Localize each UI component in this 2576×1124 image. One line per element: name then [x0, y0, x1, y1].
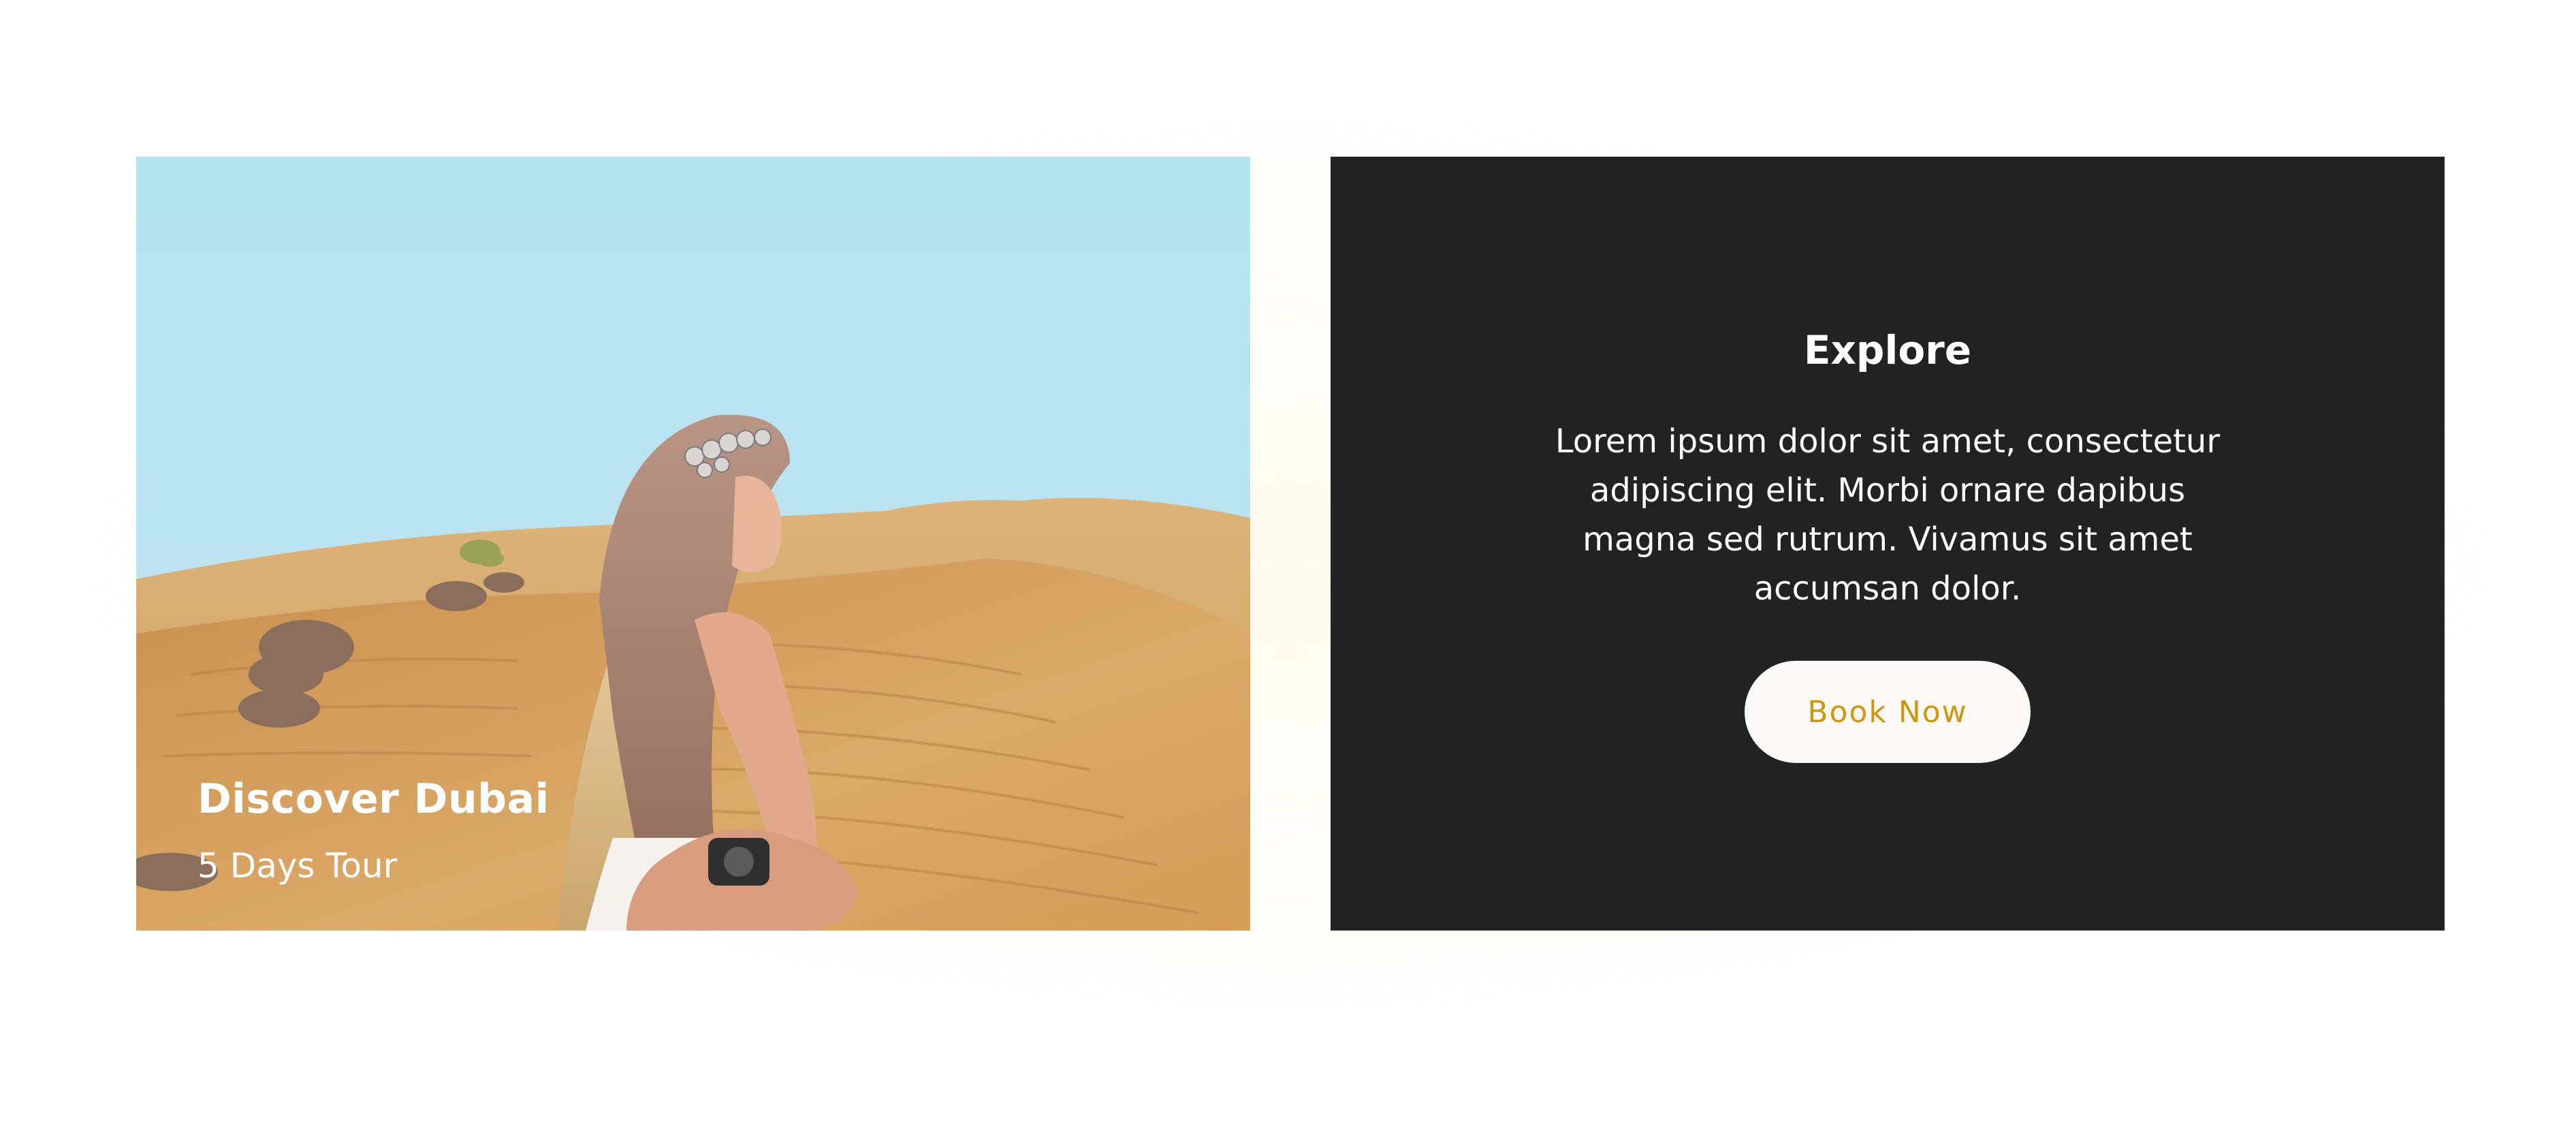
tour-title: Discover Dubai	[197, 775, 550, 823]
explore-card: Explore Lorem ipsum dolor sit amet, cons…	[1331, 157, 2445, 931]
explore-description: Lorem ipsum dolor sit amet, consectetur …	[1555, 422, 2221, 608]
explore-content: Explore Lorem ipsum dolor sit amet, cons…	[1331, 327, 2445, 763]
tour-caption: Discover Dubai 5 Days Tour	[197, 775, 550, 886]
explore-title: Explore	[1803, 327, 1972, 373]
book-now-button[interactable]: Book Now	[1745, 661, 2031, 763]
tour-subtitle: 5 Days Tour	[197, 846, 398, 886]
tour-image-card[interactable]: Discover Dubai 5 Days Tour	[136, 157, 1250, 931]
page: Discover Dubai 5 Days Tour Explore Lorem…	[0, 0, 2576, 1124]
